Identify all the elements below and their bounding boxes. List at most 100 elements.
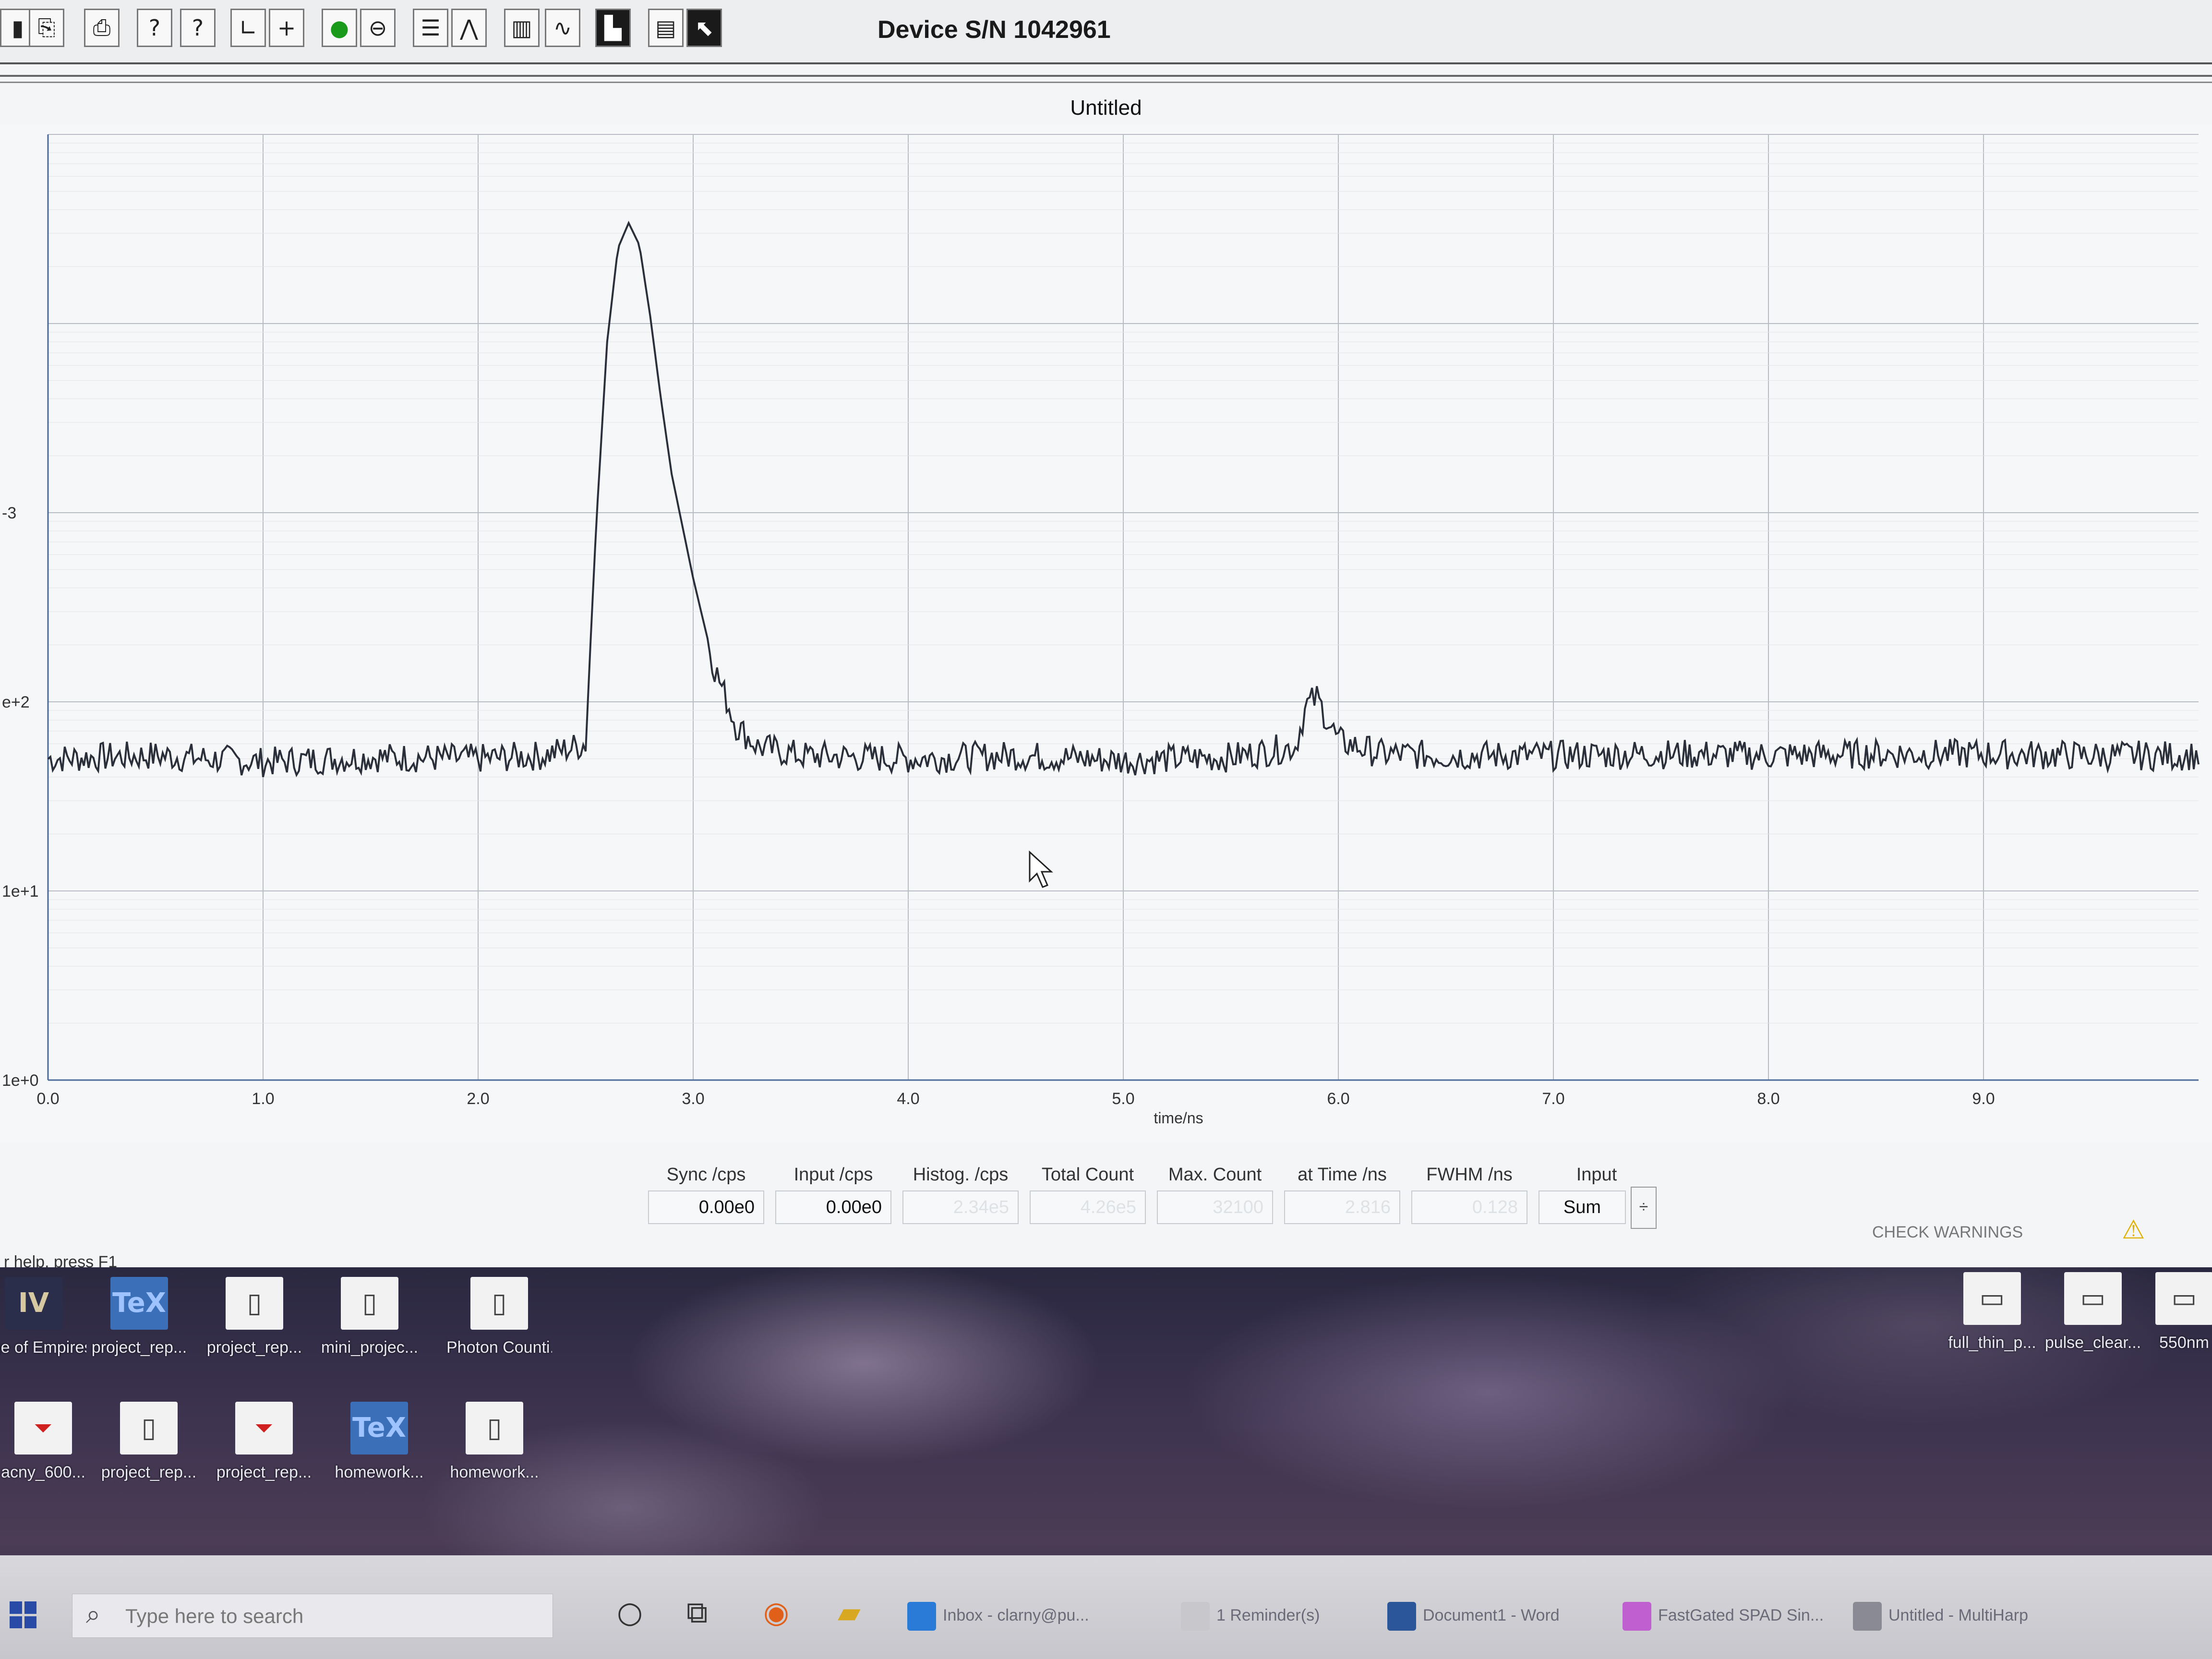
document-icon: ▯ (120, 1402, 178, 1455)
y-tick-label: -3 (2, 504, 16, 522)
y-tick-label: e+2 (2, 693, 30, 711)
input-channel-box: Input Sum ÷ (1534, 1157, 1659, 1229)
desktop-icon[interactable]: IV Age of Empires IV (0, 1277, 86, 1397)
input-rate-label: Input /cps (793, 1165, 873, 1185)
x-tick-label: 9.0 (1972, 1090, 1995, 1108)
crosshair-icon[interactable]: + (269, 9, 304, 47)
fwhm-box: FWHM /ns 0.128 (1407, 1157, 1532, 1229)
taskbar-app[interactable]: FastGated SPAD Sin... (1623, 1594, 1824, 1637)
x-tick-label: 5.0 (1112, 1090, 1134, 1108)
x-tick-label: 3.0 (682, 1090, 704, 1108)
desktop-icon-label: pulse_clear... (2044, 1334, 2141, 1352)
desktop-icon-label: project_rep... (206, 1338, 302, 1357)
taskbar-search[interactable]: ⌕ Type here to search (72, 1594, 553, 1638)
taskbar-app[interactable]: Untitled - MultiHarp (1853, 1594, 2028, 1637)
taskbar-app-label: FastGated SPAD Sin... (1658, 1606, 1824, 1624)
document-icon: ▯ (341, 1277, 398, 1330)
peak-time-box: at Time /ns 2.816 (1279, 1157, 1405, 1229)
input-channel-value[interactable]: Sum (1539, 1190, 1626, 1224)
counter-icon[interactable]: ▥ (504, 9, 540, 47)
settings-icon[interactable]: ▤ (648, 9, 684, 47)
search-input[interactable]: Type here to search (125, 1605, 303, 1628)
desktop-icon-label: 550nm (2159, 1334, 2209, 1352)
go-icon[interactable]: ● (322, 9, 357, 47)
desktop-icon-label: homework... (335, 1463, 424, 1481)
axis-scale-icon[interactable]: ∟ (230, 9, 266, 47)
taskbar-app[interactable]: Inbox - clarny@pu... (907, 1594, 1089, 1637)
cortana-icon[interactable]: ○ (617, 1595, 643, 1630)
x-tick-label: 8.0 (1757, 1090, 1779, 1108)
app-icon (907, 1602, 936, 1631)
peak-icon[interactable]: ⋀ (451, 9, 487, 47)
task-view-icon[interactable]: ⧉ (686, 1595, 708, 1630)
desktop-icon[interactable]: ▯ Photon Counti... (446, 1277, 552, 1397)
desktop-icon[interactable]: ▯ project_rep... (202, 1277, 307, 1397)
peak-time-value: 2.816 (1284, 1190, 1400, 1224)
input-spinner-icon[interactable]: ÷ (1631, 1187, 1657, 1229)
list-icon[interactable]: ☰ (413, 9, 448, 47)
desktop-icon-label: Photon Counti... (446, 1338, 552, 1357)
x-tick-label: 7.0 (1542, 1090, 1564, 1108)
desktop-icon[interactable]: ▭ 550nm (2131, 1272, 2212, 1392)
desktop-icon[interactable]: ▯ homework... (442, 1402, 547, 1522)
taskbar-app[interactable]: 1 Reminder(s) (1181, 1594, 1320, 1637)
desktop-icon-label: full_thin_p... (1948, 1334, 2036, 1352)
copy-icon[interactable]: ⎘ (29, 9, 64, 47)
app-icon (1181, 1602, 1210, 1631)
histogram-rate-box: Histog. /cps 2.34e5 (898, 1157, 1023, 1229)
document-icon: ▭ (2155, 1272, 2212, 1325)
desktop-icon[interactable]: ⏷ acny_600... (0, 1402, 96, 1522)
curve-icon[interactable]: ∿ (545, 9, 580, 47)
taskbar-app-label: Inbox - clarny@pu... (943, 1606, 1089, 1624)
max-count-label: Max. Count (1168, 1165, 1262, 1185)
sync-rate-box: Sync /cps 0.00e0 (643, 1157, 769, 1229)
taskbar-app-label: 1 Reminder(s) (1216, 1606, 1320, 1624)
document-icon: ▯ (466, 1402, 523, 1455)
taskbar-app[interactable]: Document1 - Word (1387, 1594, 1560, 1637)
app-icon (1387, 1602, 1416, 1631)
desktop-icon-label: project_rep... (91, 1338, 187, 1357)
search-icon: ⌕ (86, 1599, 101, 1629)
total-count-box: Total Count 4.26e5 (1025, 1157, 1151, 1229)
histogram-chart[interactable]: 0.0 1.0 2.0 3.0 4.0 5.0 6.0 7.0 8.0 9.0 1e+0 1e+1 e+… (0, 125, 2212, 1142)
histogram-rate-label: Histog. /cps (913, 1165, 1009, 1185)
desktop-icon[interactable]: ▯ mini_projec... (317, 1277, 422, 1397)
desktop-icon[interactable]: TeX project_rep... (86, 1277, 192, 1397)
firefox-icon[interactable]: ◉ (763, 1595, 789, 1630)
desktop-icon[interactable]: ▭ full_thin_p... (1939, 1272, 2045, 1392)
desktop-icon[interactable]: ▯ project_rep... (96, 1402, 202, 1522)
histogram-rate-value: 2.34e5 (902, 1190, 1019, 1224)
desktop-icon-label: homework... (450, 1463, 539, 1481)
desktop-icon[interactable]: TeX homework... (326, 1402, 432, 1522)
context-help-icon[interactable]: ? (180, 9, 216, 47)
sync-rate-value: 0.00e0 (648, 1190, 764, 1224)
y-tick-label: 1e+0 (2, 1071, 39, 1090)
input-channel-label: Input (1576, 1165, 1617, 1185)
file-explorer-icon[interactable]: ▰ (838, 1595, 861, 1630)
plot-title: Untitled (1070, 96, 1142, 120)
x-tick-label: 6.0 (1327, 1090, 1349, 1108)
x-axis-label: time/ns (1154, 1109, 1203, 1127)
toolbar-divider (0, 75, 2212, 83)
max-count-box: Max. Count 32100 (1152, 1157, 1278, 1229)
document-icon: ▭ (2064, 1272, 2122, 1325)
warning-icon[interactable]: ⚠ (2122, 1214, 2145, 1245)
toolbar: ▮ ⎘ ⎙?? ∟ + ● ⊖ ☰ ⋀ ▥ ∿ ▙ ▤ ⬉ Device S/N 1042961 (0, 0, 2212, 64)
tex-file-icon: TeX (350, 1402, 408, 1455)
tex-file-icon: TeX (110, 1277, 168, 1330)
help-icon[interactable]: ? (137, 9, 172, 47)
peak-time-label: at Time /ns (1298, 1165, 1387, 1185)
fwhm-value: 0.128 (1411, 1190, 1527, 1224)
trace-window-icon[interactable]: ▙ (595, 9, 631, 47)
desktop-icon[interactable]: ▭ pulse_clear... (2040, 1272, 2146, 1392)
cursor-mode-icon[interactable]: ⬉ (686, 9, 722, 47)
check-warnings-button[interactable]: CHECK WARNINGS (1872, 1223, 2023, 1242)
stop-icon[interactable]: ⊖ (360, 9, 396, 47)
desktop-icon[interactable]: ⏷ project_rep... (211, 1402, 317, 1522)
start-button[interactable] (10, 1601, 36, 1628)
taskbar: ⌕ Type here to search ○ ⧉ ◉ ▰ Inbox - cl… (0, 1555, 2212, 1659)
print-icon[interactable]: ⎙ (84, 9, 120, 47)
desktop-icon-label: mini_projec... (321, 1338, 419, 1357)
desktop-icon-label: Age of Empires IV (0, 1338, 86, 1357)
total-count-value: 4.26e5 (1030, 1190, 1146, 1224)
